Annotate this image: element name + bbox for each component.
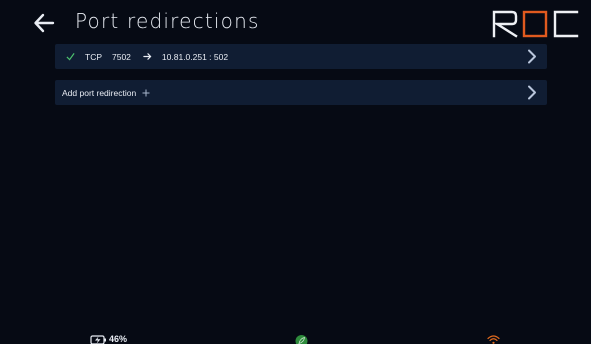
page-title: Port redirections (75, 9, 260, 33)
roc-logo (492, 10, 579, 38)
screen: Port redirections TCP 7502 10.81.0.251 :… (0, 0, 591, 344)
leaf-icon (295, 335, 308, 344)
redirection-row[interactable]: TCP 7502 10.81.0.251 : 502 (55, 44, 547, 69)
chevron-right-icon[interactable] (527, 49, 537, 64)
battery-level: 46% (109, 334, 128, 344)
battery-charging-icon (90, 335, 106, 344)
add-port-redirection-label: Add port redirection (62, 87, 137, 98)
back-arrow-icon[interactable] (33, 12, 55, 34)
header: Port redirections (0, 0, 591, 44)
status-bar: 46% (0, 332, 591, 344)
check-icon (66, 53, 75, 61)
wifi-icon (487, 335, 500, 344)
destination-label: 10.81.0.251 : 502 (161, 51, 229, 62)
add-port-redirection-button[interactable]: Add port redirection (55, 80, 547, 105)
plus-icon (142, 89, 150, 96)
chevron-right-icon[interactable] (527, 85, 537, 100)
arrow-right-icon (143, 53, 152, 60)
protocol-label: TCP (85, 51, 102, 62)
port-label: 7502 (112, 51, 131, 62)
